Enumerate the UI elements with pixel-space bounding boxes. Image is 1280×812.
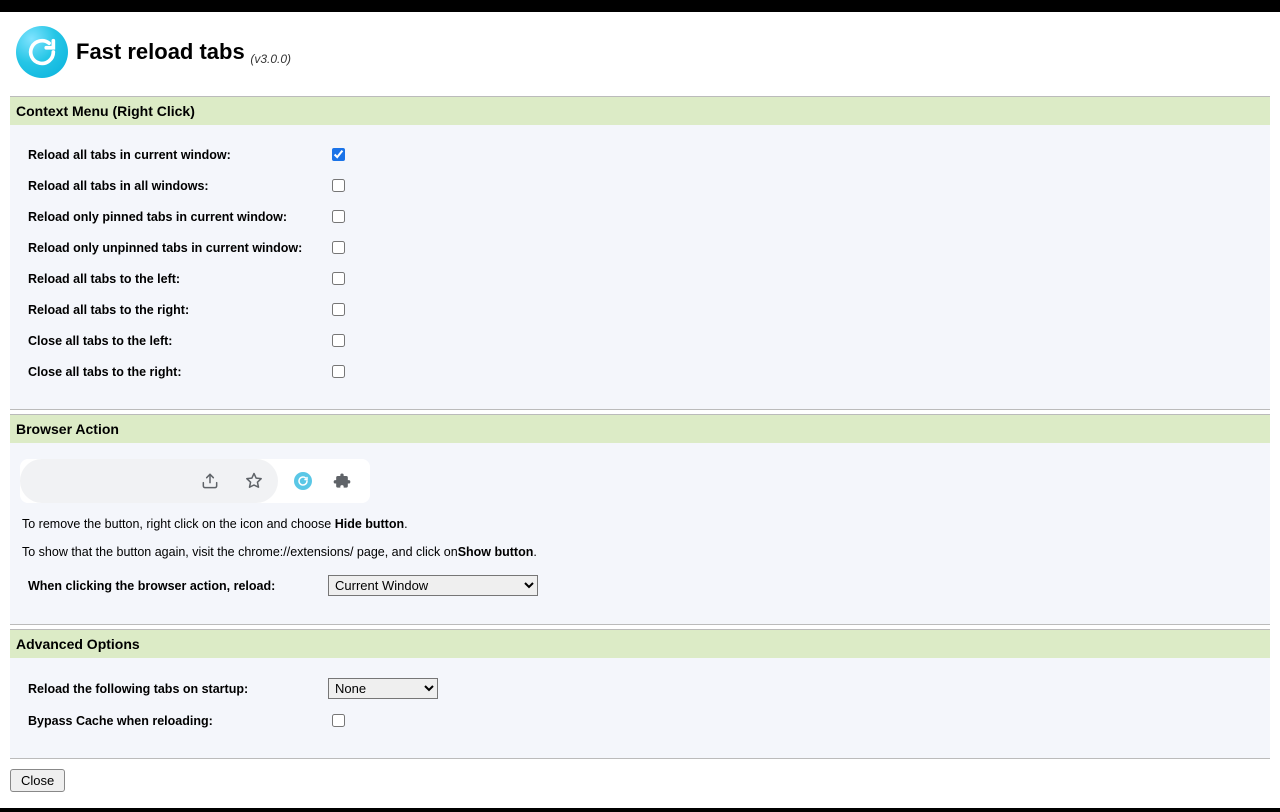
share-icon: [200, 471, 220, 491]
app-title: Fast reload tabs: [76, 39, 245, 64]
help-show-button: To show that the button again, visit the…: [20, 541, 1260, 569]
option-label: When clicking the browser action, reload…: [28, 579, 328, 593]
help-text-part: .: [533, 545, 536, 559]
option-label: Reload all tabs to the right:: [28, 303, 328, 317]
option-checkbox[interactable]: [332, 179, 345, 192]
option-close-right: Close all tabs to the right:: [20, 356, 1260, 387]
help-text-part: To remove the button, right click on the…: [22, 517, 335, 531]
option-checkbox[interactable]: [332, 210, 345, 223]
puzzle-icon: [332, 471, 352, 491]
startup-reload-select[interactable]: None: [328, 678, 438, 699]
option-checkbox[interactable]: [332, 334, 345, 347]
option-label: Close all tabs to the right:: [28, 365, 328, 379]
help-text-part: To show that the button again, visit the…: [22, 545, 458, 559]
app-logo-icon: [16, 26, 68, 78]
option-startup-reload: Reload the following tabs on startup: No…: [20, 672, 1260, 705]
option-label: Reload all tabs in current window:: [28, 148, 328, 162]
option-checkbox[interactable]: [332, 272, 345, 285]
option-label: Close all tabs to the left:: [28, 334, 328, 348]
option-label: Reload all tabs in all windows:: [28, 179, 328, 193]
footer: Close: [10, 759, 1270, 792]
option-checkbox[interactable]: [332, 241, 345, 254]
option-label: Reload only unpinned tabs in current win…: [28, 241, 328, 255]
option-reload-unpinned: Reload only unpinned tabs in current win…: [20, 232, 1260, 263]
section-context-menu-title: Context Menu (Right Click): [10, 97, 1270, 125]
section-context-menu: Context Menu (Right Click) Reload all ta…: [10, 96, 1270, 409]
option-label: Reload only pinned tabs in current windo…: [28, 210, 328, 224]
option-reload-pinned: Reload only pinned tabs in current windo…: [20, 201, 1260, 232]
app-version: (v3.0.0): [250, 52, 291, 66]
option-reload-left: Reload all tabs to the left:: [20, 263, 1260, 294]
browser-action-select[interactable]: Current Window: [328, 575, 538, 596]
option-label: Bypass Cache when reloading:: [28, 714, 328, 728]
section-advanced: Advanced Options Reload the following ta…: [10, 629, 1270, 758]
extension-reload-icon: [294, 472, 312, 490]
help-text-bold: Show button: [458, 545, 534, 559]
option-close-left: Close all tabs to the left:: [20, 325, 1260, 356]
section-browser-action: Browser Action: [10, 414, 1270, 624]
option-browser-action-reload: When clicking the browser action, reload…: [20, 569, 1260, 602]
section-advanced-title: Advanced Options: [10, 630, 1270, 658]
option-checkbox[interactable]: [332, 365, 345, 378]
option-bypass-cache: Bypass Cache when reloading:: [20, 705, 1260, 736]
help-text-bold: Hide button: [335, 517, 404, 531]
bypass-cache-checkbox[interactable]: [332, 714, 345, 727]
option-label: Reload the following tabs on startup:: [28, 682, 328, 696]
section-browser-action-title: Browser Action: [10, 415, 1270, 443]
option-checkbox[interactable]: [332, 148, 345, 161]
option-checkbox[interactable]: [332, 303, 345, 316]
help-text-part: .: [404, 517, 407, 531]
option-reload-current-window: Reload all tabs in current window:: [20, 139, 1260, 170]
option-reload-all-windows: Reload all tabs in all windows:: [20, 170, 1260, 201]
star-icon: [244, 471, 264, 491]
help-hide-button: To remove the button, right click on the…: [20, 513, 1260, 541]
close-button[interactable]: Close: [10, 769, 65, 792]
toolbar-preview: [20, 459, 370, 503]
divider: [10, 409, 1270, 410]
option-label: Reload all tabs to the left:: [28, 272, 328, 286]
divider: [10, 624, 1270, 625]
page-header: Fast reload tabs (v3.0.0): [10, 22, 1270, 92]
option-reload-right: Reload all tabs to the right:: [20, 294, 1260, 325]
